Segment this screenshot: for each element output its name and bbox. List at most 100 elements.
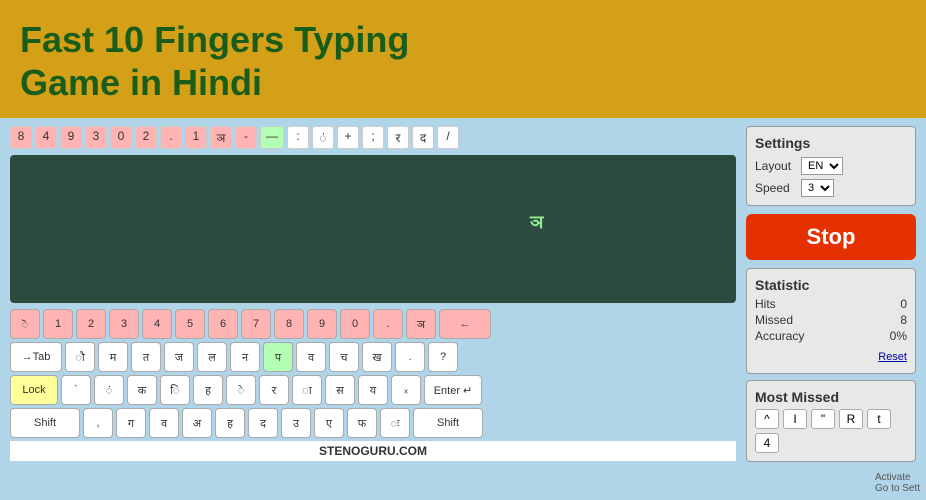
missed-key: " [811,409,835,429]
left-panel: 849302.1ञ-—:ं+;रद/ ञप ॆ1234567890.ञ←→Tab… [10,126,736,462]
kb-key[interactable]: व [296,342,326,372]
missed-value: 8 [900,313,907,327]
kb-key[interactable]: ₓ [391,375,421,405]
missed-key: I [783,409,807,429]
kb-key[interactable]: , [83,408,113,438]
char-key[interactable]: 3 [85,126,107,149]
speed-label: Speed [755,181,795,195]
stop-button[interactable]: Stop [746,214,916,260]
char-key[interactable]: 1 [185,126,207,149]
char-key[interactable]: द [412,126,434,149]
char-key[interactable]: 2 [135,126,157,149]
reset-link[interactable]: Reset [878,351,907,363]
kb-key[interactable]: Enter ↵ [424,375,482,405]
kb-key[interactable]: Shift [413,408,483,438]
keyboard-row: Shift,गवअहदउएफःShift [10,408,736,438]
layout-select[interactable]: EN HI [801,157,843,175]
accuracy-label: Accuracy [755,329,804,343]
missed-label: Missed [755,313,793,327]
accuracy-value: 0% [890,329,907,343]
kb-key[interactable]: 5 [175,309,205,339]
kb-key[interactable]: ग [116,408,146,438]
kb-key[interactable]: ं [94,375,124,405]
kb-key[interactable]: त [131,342,161,372]
kb-key[interactable]: 9 [307,309,337,339]
char-key[interactable]: र [387,126,409,149]
hits-label: Hits [755,297,776,311]
missed-key: R [839,409,863,429]
kb-key[interactable]: क [127,375,157,405]
char-key[interactable]: ञ [210,126,232,149]
char-key[interactable]: + [337,126,359,149]
missed-key: ^ [755,409,779,429]
kb-key[interactable]: द [248,408,278,438]
kb-key[interactable]: ? [428,342,458,372]
kb-key[interactable]: व [149,408,179,438]
missed-keys-container: ^I"Rt4 [755,409,907,453]
kb-key[interactable]: ॆ [10,309,40,339]
char-key[interactable]: 8 [10,126,32,149]
kb-key[interactable]: 8 [274,309,304,339]
keyboard: ॆ1234567890.ञ←→Tabौमतजलनपवचख.?Lock`ंकिहे… [10,309,736,438]
kb-key[interactable]: य [358,375,388,405]
kb-key[interactable]: ल [197,342,227,372]
kb-key[interactable]: फ [347,408,377,438]
char-key[interactable]: 4 [35,126,57,149]
kb-key[interactable]: 4 [142,309,172,339]
kb-key[interactable]: 7 [241,309,271,339]
falling-char: ञ [530,210,543,234]
most-missed-box: Most Missed ^I"Rt4 [746,380,916,462]
kb-key[interactable]: ज [164,342,194,372]
right-panel: Settings Layout EN HI Speed 12345 Stop S… [746,126,916,462]
kb-key[interactable]: ञ [406,309,436,339]
kb-key[interactable]: 6 [208,309,238,339]
kb-key[interactable]: अ [182,408,212,438]
statistic-box: Statistic Hits 0 Missed 8 Accuracy 0% Re… [746,268,916,374]
statistic-title: Statistic [755,277,907,293]
kb-key[interactable]: ह [193,375,223,405]
kb-key[interactable]: च [329,342,359,372]
settings-title: Settings [755,135,907,151]
kb-key[interactable]: ि [160,375,190,405]
kb-key[interactable]: र [259,375,289,405]
kb-key[interactable]: ए [314,408,344,438]
kb-key[interactable]: उ [281,408,311,438]
most-missed-title: Most Missed [755,389,907,405]
char-key[interactable]: ; [362,126,384,149]
kb-key[interactable]: न [230,342,260,372]
kb-key[interactable]: े [226,375,256,405]
kb-key[interactable]: ← [439,309,491,339]
kb-key[interactable]: . [395,342,425,372]
header: Fast 10 Fingers Typing Game in Hindi [0,0,926,118]
kb-key[interactable]: 2 [76,309,106,339]
char-key[interactable]: . [160,126,182,149]
keyboard-row: ॆ1234567890.ञ← [10,309,736,339]
keyboard-row: Lock`ंकिहेरासयₓEnter ↵ [10,375,736,405]
char-key[interactable]: - [235,126,257,149]
kb-key[interactable]: ौ [65,342,95,372]
kb-key[interactable]: म [98,342,128,372]
char-key[interactable]: 9 [60,126,82,149]
typing-area: ञप [10,155,736,303]
kb-key[interactable]: प [263,342,293,372]
kb-key[interactable]: ा [292,375,322,405]
kb-key[interactable]: 3 [109,309,139,339]
char-key[interactable]: ं [312,126,334,149]
kb-key[interactable]: 1 [43,309,73,339]
hits-value: 0 [900,297,907,311]
speed-select[interactable]: 12345 [801,179,834,197]
char-key[interactable]: 0 [110,126,132,149]
kb-key[interactable]: . [373,309,403,339]
kb-key[interactable]: ख [362,342,392,372]
char-key[interactable]: — [260,126,284,149]
char-key[interactable]: : [287,126,309,149]
kb-key[interactable]: स [325,375,355,405]
char-key[interactable]: / [437,126,459,149]
kb-key[interactable]: ह [215,408,245,438]
kb-key[interactable]: Lock [10,375,58,405]
kb-key[interactable]: ः [380,408,410,438]
kb-key[interactable]: →Tab [10,342,62,372]
kb-key[interactable]: Shift [10,408,80,438]
kb-key[interactable]: 0 [340,309,370,339]
kb-key[interactable]: ` [61,375,91,405]
